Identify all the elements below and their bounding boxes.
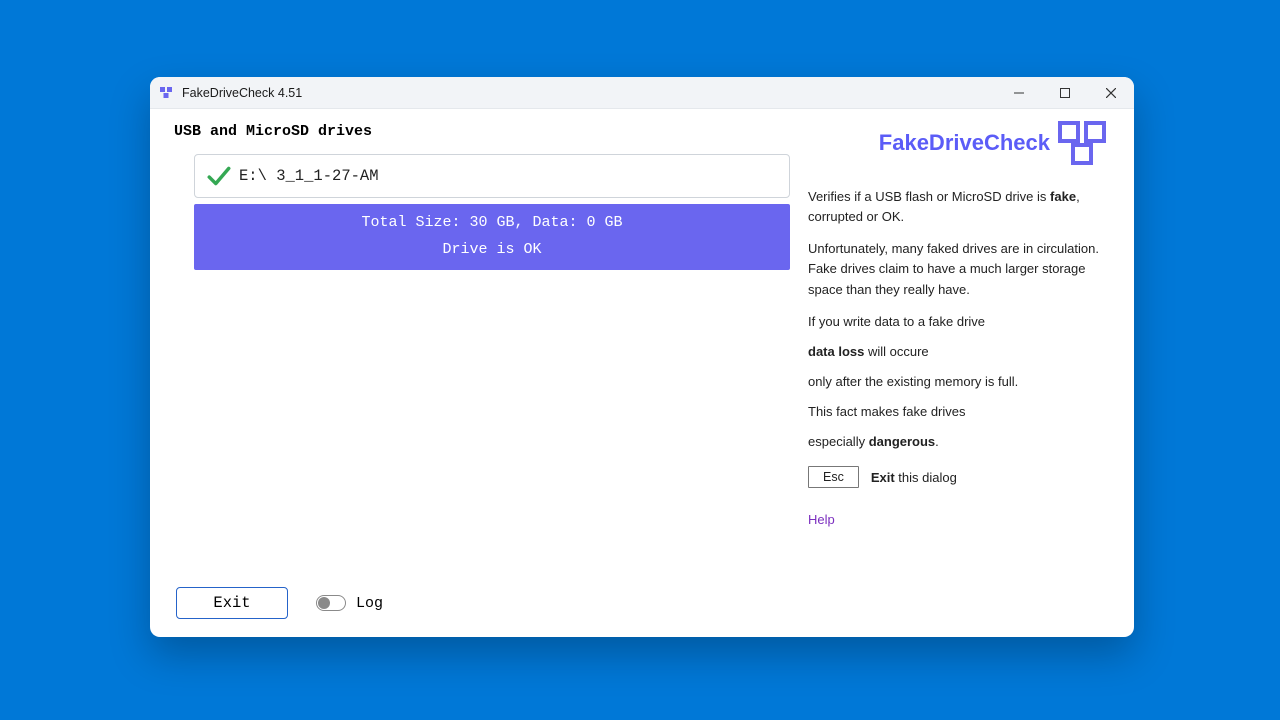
info-p1-pre: Verifies if a USB flash or MicroSD drive…	[808, 189, 1050, 204]
info-p3-l1: If you write data to a fake drive	[808, 312, 1110, 332]
info-text: Verifies if a USB flash or MicroSD drive…	[808, 187, 1110, 527]
info-p1-bold: fake	[1050, 189, 1076, 204]
toggle-knob	[318, 597, 330, 609]
drive-row[interactable]: E:\ 3_1_1-27-AM	[194, 154, 790, 198]
window-title: FakeDriveCheck 4.51	[182, 86, 302, 100]
maximize-button[interactable]	[1042, 77, 1088, 109]
check-ok-icon	[205, 163, 233, 189]
info-p3-l4: This fact makes fake drives	[808, 402, 1110, 422]
log-toggle-wrap: Log	[316, 595, 383, 612]
close-button[interactable]	[1088, 77, 1134, 109]
esc-hint: Esc Exit this dialog	[808, 466, 1110, 488]
drive-status-size: Total Size: 30 GB, Data: 0 GB	[202, 214, 782, 231]
window-body: USB and MicroSD drives E:\ 3_1_1-27-AM T…	[150, 109, 1134, 637]
drives-panel: USB and MicroSD drives E:\ 3_1_1-27-AM T…	[174, 121, 790, 619]
titlebar: FakeDriveCheck 4.51	[150, 77, 1134, 109]
drive-label: E:\ 3_1_1-27-AM	[239, 167, 379, 185]
brand: FakeDriveCheck	[808, 117, 1110, 169]
info-p2: Unfortunately, many faked drives are in …	[808, 239, 1110, 299]
info-p3-bold: data loss	[808, 344, 864, 359]
info-p3-l2-post: will occure	[864, 344, 928, 359]
esc-text: Exit this dialog	[871, 470, 957, 485]
info-p3-l5-bold: dangerous	[869, 434, 935, 449]
help-link[interactable]: Help	[808, 512, 835, 527]
drive-status-banner: Total Size: 30 GB, Data: 0 GB Drive is O…	[194, 204, 790, 270]
log-toggle[interactable]	[316, 595, 346, 611]
app-window: FakeDriveCheck 4.51 USB and MicroSD driv…	[150, 77, 1134, 637]
brand-text: FakeDriveCheck	[879, 130, 1050, 156]
minimize-button[interactable]	[996, 77, 1042, 109]
exit-button[interactable]: Exit	[176, 587, 288, 619]
drive-status-ok: Drive is OK	[202, 241, 782, 258]
section-title: USB and MicroSD drives	[174, 123, 790, 140]
bottom-toolbar: Exit Log	[174, 587, 790, 619]
brand-logo-icon	[1054, 117, 1110, 169]
log-toggle-label: Log	[356, 595, 383, 612]
info-p3-l5-pre: especially	[808, 434, 869, 449]
info-p3-l3: only after the existing memory is full.	[808, 372, 1110, 392]
info-p3-l5-post: .	[935, 434, 939, 449]
info-panel: FakeDriveCheck Verifies if a USB fl	[808, 121, 1110, 619]
app-icon	[158, 85, 174, 101]
esc-keycap: Esc	[808, 466, 859, 488]
